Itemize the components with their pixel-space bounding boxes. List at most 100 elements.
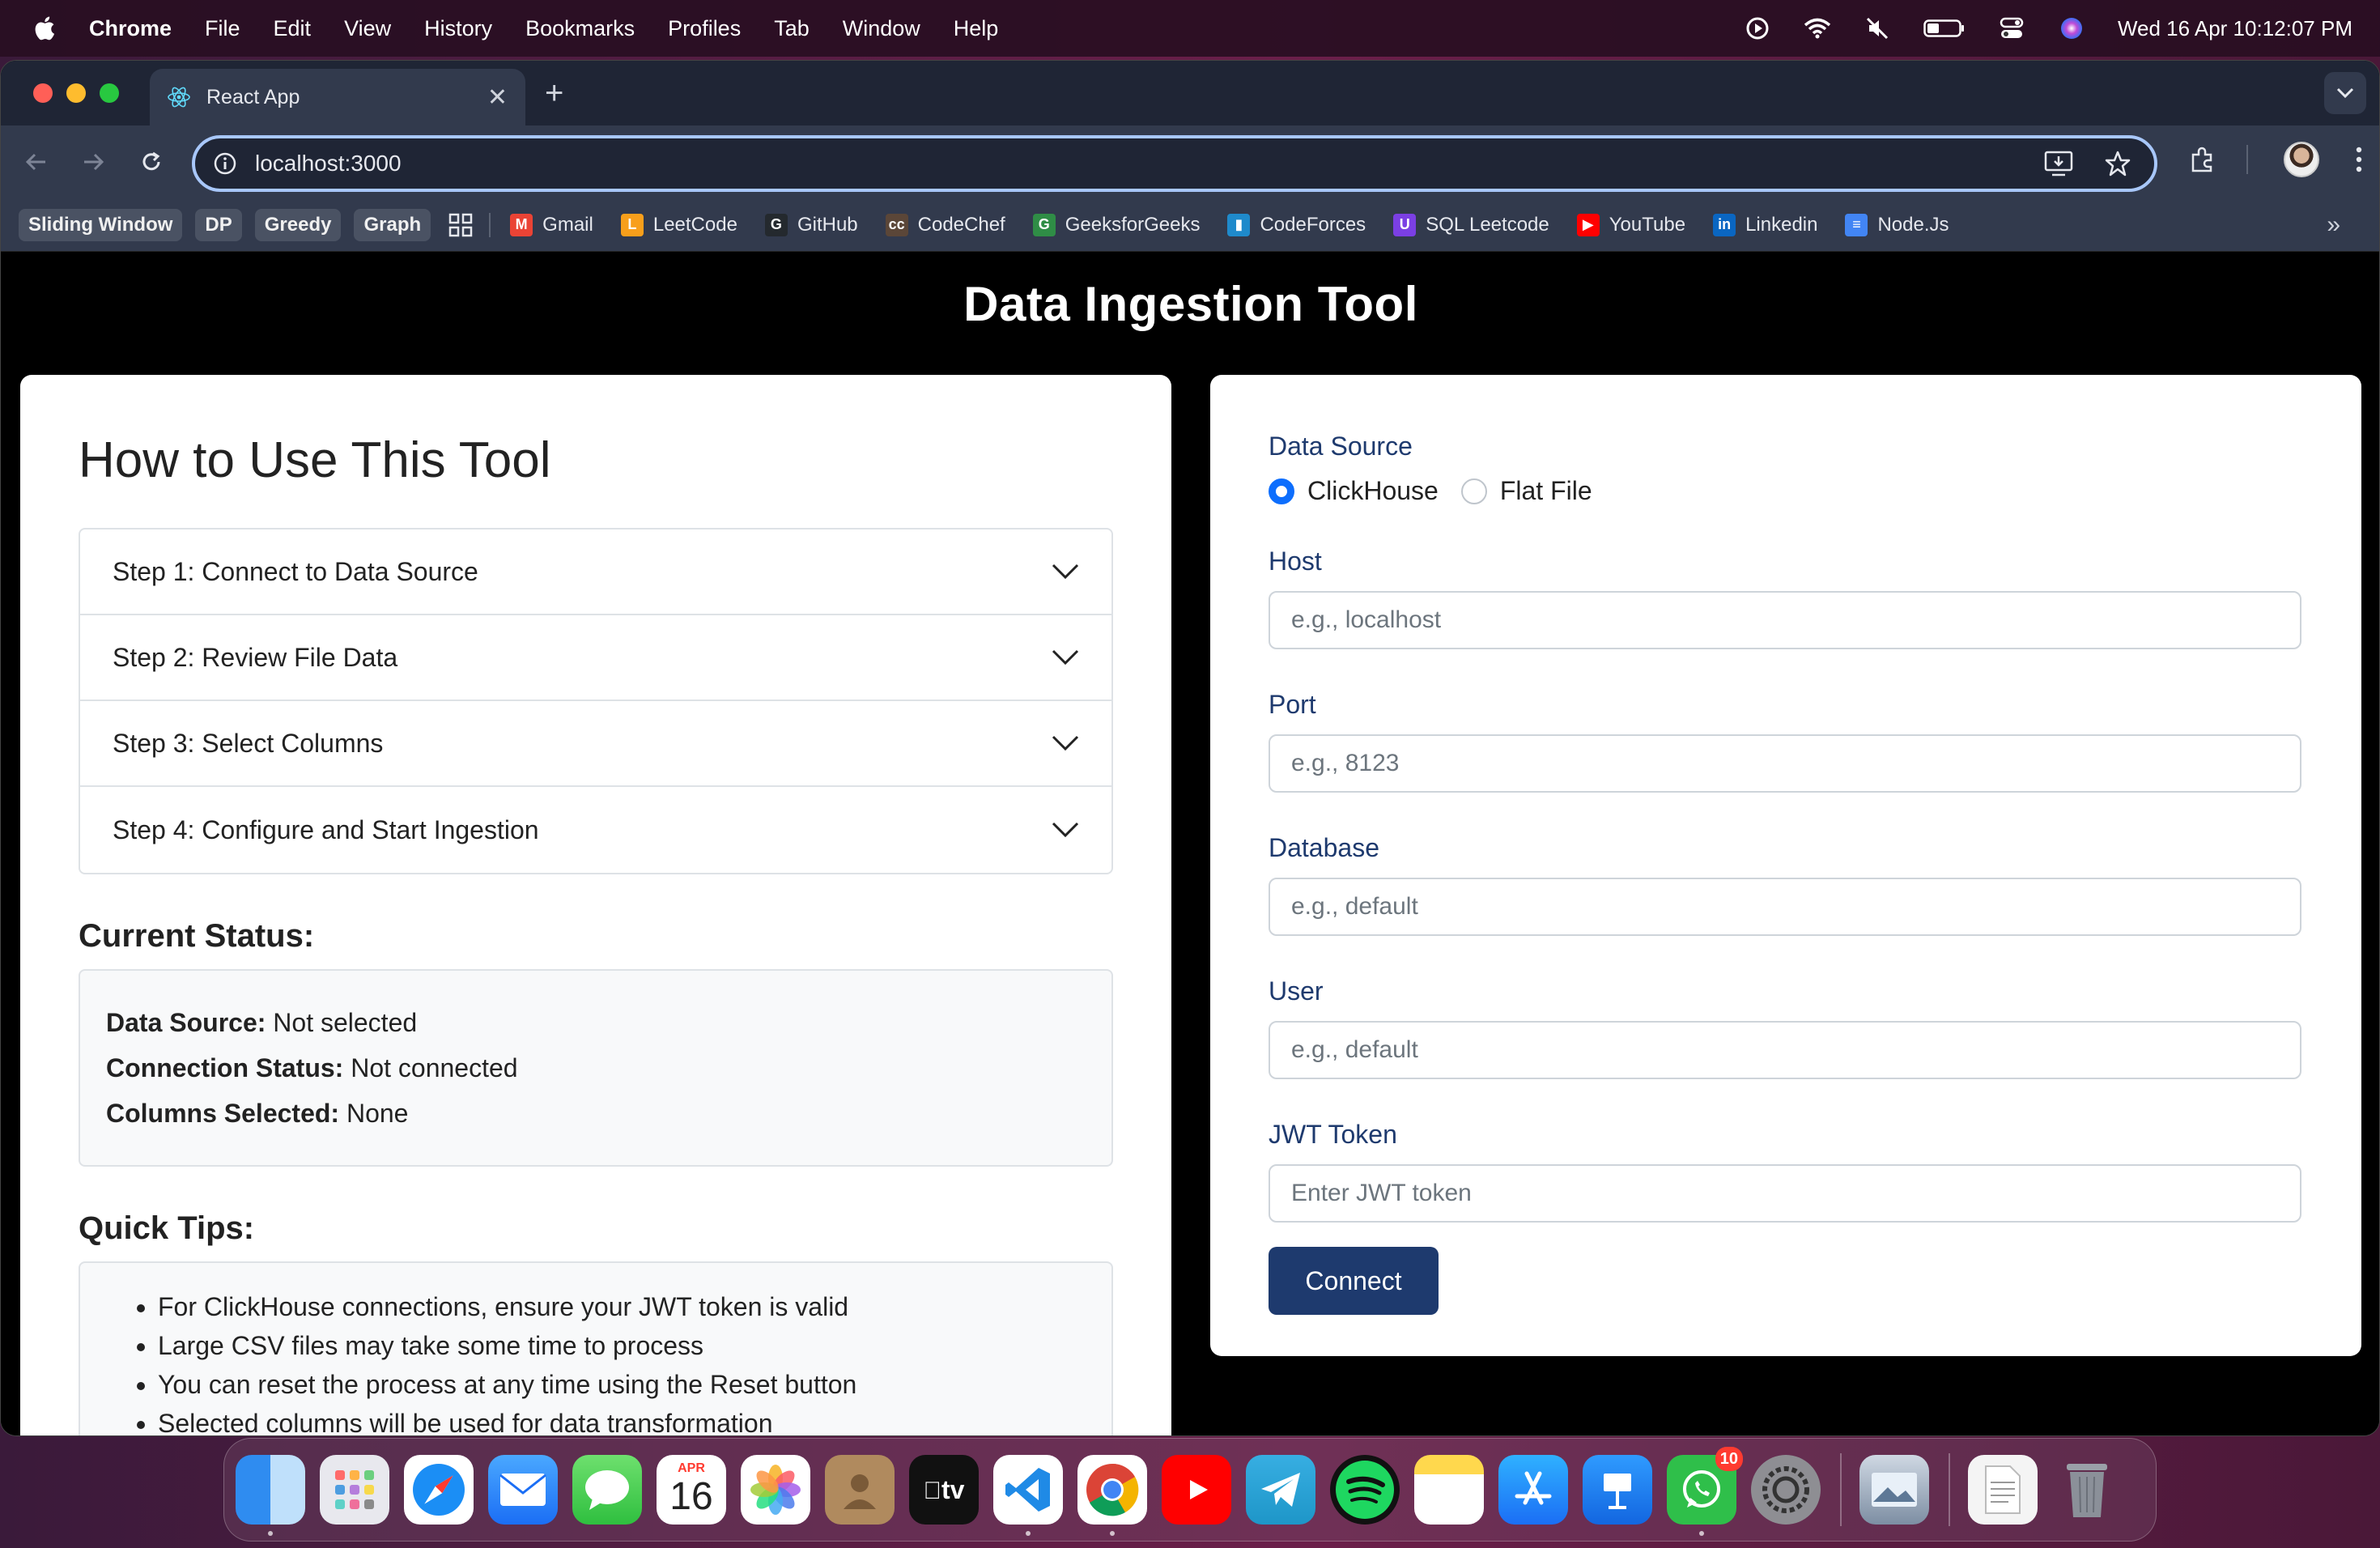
battery-icon[interactable]	[1923, 16, 1966, 40]
trash-icon[interactable]	[2052, 1455, 2122, 1525]
chrome-icon[interactable]	[1077, 1455, 1147, 1536]
site-info-icon[interactable]	[213, 151, 237, 176]
list-item: Selected columns will be used for data t…	[158, 1404, 1086, 1435]
menu-bookmarks[interactable]: Bookmarks	[525, 16, 635, 41]
messages-icon[interactable]	[572, 1455, 642, 1525]
whatsapp-icon[interactable]: 10	[1667, 1447, 1743, 1536]
tab-strip: React App ✕ +	[1, 61, 2379, 125]
extensions-icon[interactable]	[2188, 145, 2217, 174]
apple-logo-icon[interactable]	[32, 15, 60, 42]
jwt-token-input[interactable]	[1269, 1164, 2301, 1223]
vscode-icon[interactable]	[993, 1455, 1063, 1536]
safari-icon[interactable]	[404, 1455, 474, 1525]
bookmark-sql-leetcode[interactable]: U SQL Leetcode	[1393, 213, 1549, 236]
database-input[interactable]	[1269, 878, 2301, 936]
mute-icon[interactable]	[1864, 16, 1891, 40]
host-input[interactable]	[1269, 591, 2301, 649]
accordion-step-1[interactable]: Step 1: Connect to Data Source	[80, 529, 1111, 615]
apple-tv-icon[interactable]: tv	[909, 1455, 979, 1525]
radio-flat-file[interactable]: Flat File	[1460, 476, 1592, 506]
tab-search-button[interactable]	[2324, 72, 2366, 114]
new-tab-button[interactable]: +	[545, 77, 563, 109]
bookmark-folder-greedy[interactable]: Greedy	[254, 208, 342, 241]
bookmark-youtube[interactable]: ▶ YouTube	[1576, 213, 1685, 236]
bookmark-codechef[interactable]: cc CodeChef	[885, 213, 1005, 236]
more-bookmarks-icon[interactable]: »	[2327, 211, 2340, 239]
wifi-icon[interactable]	[1804, 16, 1831, 40]
finder-icon[interactable]	[236, 1455, 305, 1536]
back-button[interactable]	[20, 146, 53, 178]
port-input[interactable]	[1269, 734, 2301, 793]
steps-accordion: Step 1: Connect to Data Source Step 2: R…	[79, 528, 1113, 874]
running-indicator	[1110, 1531, 1115, 1536]
menu-file[interactable]: File	[205, 16, 240, 41]
accordion-step-2[interactable]: Step 2: Review File Data	[80, 615, 1111, 701]
chrome-menu-icon[interactable]	[2355, 146, 2363, 173]
control-center-icon[interactable]	[1998, 16, 2025, 40]
bookmark-geeksforgeeks[interactable]: G GeeksforGeeks	[1032, 213, 1200, 236]
bookmark-gmail[interactable]: M Gmail	[510, 213, 593, 236]
mail-icon[interactable]	[488, 1455, 558, 1525]
apps-grid-icon[interactable]	[448, 213, 473, 237]
notes-icon[interactable]	[1414, 1455, 1484, 1525]
radio-clickhouse[interactable]: ClickHouse	[1269, 476, 1439, 506]
menu-tab[interactable]: Tab	[774, 16, 810, 41]
minimize-window-button[interactable]	[66, 83, 86, 103]
bookmark-codeforces[interactable]: ▮ CodeForces	[1227, 213, 1366, 236]
accordion-step-4[interactable]: Step 4: Configure and Start Ingestion	[80, 787, 1111, 873]
user-input[interactable]	[1269, 1021, 2301, 1079]
calendar-icon[interactable]: APR 16	[657, 1455, 726, 1525]
apple-tv-text: tv	[932, 1474, 964, 1504]
toolbar-right	[2153, 142, 2363, 177]
launchpad-icon[interactable]	[320, 1455, 389, 1525]
app-store-icon[interactable]	[1498, 1455, 1568, 1525]
play-circle-icon[interactable]	[1744, 16, 1771, 40]
bookmark-linkedin[interactable]: in Linkedin	[1713, 213, 1817, 236]
menu-app-name[interactable]: Chrome	[89, 16, 172, 41]
bookmark-label: CodeChef	[917, 213, 1005, 236]
menubar-clock[interactable]: Wed 16 Apr 10:12:07 PM	[2118, 16, 2352, 41]
calendar-month: APR	[678, 1461, 705, 1475]
tab-react-app[interactable]: React App ✕	[150, 69, 525, 125]
bookmark-github[interactable]: G GitHub	[764, 213, 858, 236]
siri-icon[interactable]	[2058, 16, 2085, 40]
profile-avatar[interactable]	[2284, 142, 2319, 177]
menu-view[interactable]: View	[344, 16, 391, 41]
bookmark-folder-sliding-window[interactable]: Sliding Window	[19, 208, 183, 241]
bookmark-folder-graph[interactable]: Graph	[354, 208, 431, 241]
menu-window[interactable]: Window	[843, 16, 920, 41]
menu-edit[interactable]: Edit	[274, 16, 312, 41]
menu-history[interactable]: History	[424, 16, 492, 41]
install-app-icon[interactable]	[2044, 150, 2073, 177]
telegram-icon[interactable]	[1246, 1455, 1315, 1525]
bookmark-leetcode[interactable]: L LeetCode	[620, 213, 737, 236]
forward-button[interactable]	[77, 146, 109, 178]
bookmark-star-icon[interactable]	[2104, 150, 2131, 177]
reload-button[interactable]	[135, 146, 168, 178]
connect-button[interactable]: Connect	[1269, 1247, 1439, 1315]
step-label: Step 3: Select Columns	[113, 728, 384, 758]
zoom-window-button[interactable]	[100, 83, 119, 103]
accordion-step-3[interactable]: Step 3: Select Columns	[80, 701, 1111, 787]
address-bar[interactable]: localhost:3000	[192, 135, 2157, 192]
instructions-card: How to Use This Tool Step 1: Connect to …	[20, 375, 1171, 1435]
radio-button-checked[interactable]	[1269, 478, 1294, 504]
menu-profiles[interactable]: Profiles	[668, 16, 741, 41]
keynote-icon[interactable]	[1583, 1455, 1652, 1525]
bookmark-node-js[interactable]: ≡ Node.Js	[1845, 213, 1949, 236]
radio-button[interactable]	[1460, 478, 1487, 504]
status-label: Connection Status:	[106, 1053, 344, 1082]
photos-icon[interactable]	[741, 1455, 810, 1525]
close-window-button[interactable]	[33, 83, 53, 103]
menu-help[interactable]: Help	[954, 16, 999, 41]
bookmark-label: GitHub	[797, 213, 858, 236]
preview-icon[interactable]	[1859, 1455, 1929, 1525]
youtube-icon[interactable]	[1162, 1455, 1231, 1525]
document-icon[interactable]	[1968, 1455, 2038, 1525]
running-indicator	[1699, 1531, 1704, 1536]
contacts-icon[interactable]	[825, 1455, 895, 1525]
close-tab-icon[interactable]: ✕	[487, 83, 508, 112]
bookmark-folder-dp[interactable]: DP	[195, 208, 242, 241]
system-settings-icon[interactable]	[1751, 1455, 1821, 1525]
spotify-icon[interactable]	[1330, 1455, 1400, 1525]
